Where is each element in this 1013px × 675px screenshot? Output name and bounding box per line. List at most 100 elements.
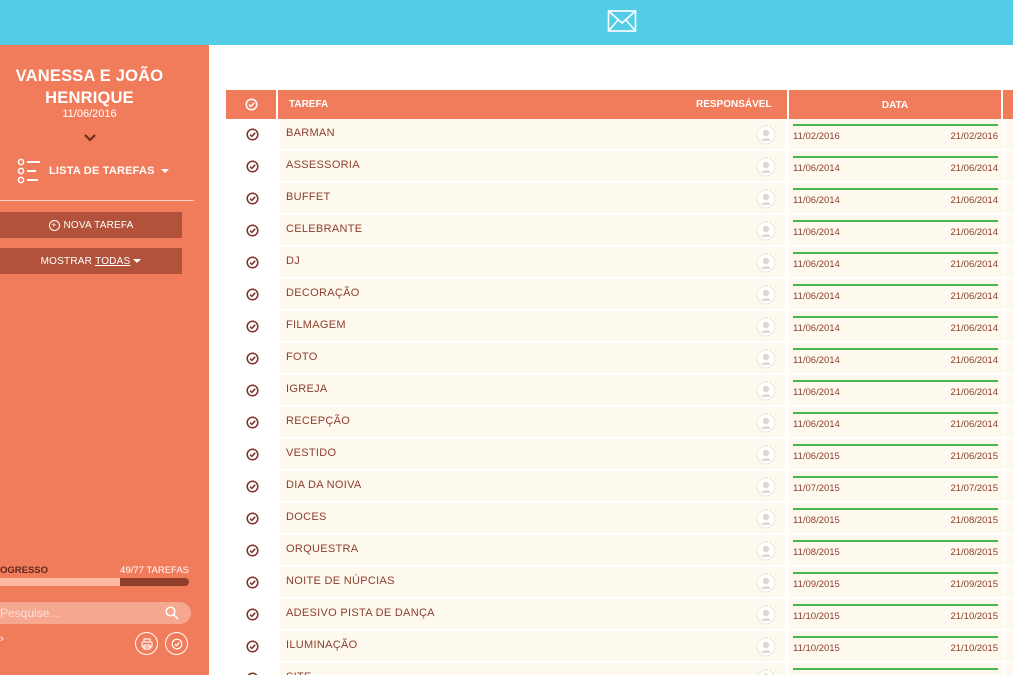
task-cell[interactable]: FILMAGEM <box>280 311 785 343</box>
date-cell[interactable]: 11/06/2014 21/06/2014 <box>789 311 1003 343</box>
task-cell[interactable]: SITE <box>280 663 785 675</box>
date-cell[interactable]: 11/06/2014 21/06/2014 <box>789 215 1003 247</box>
task-cell[interactable]: DECORAÇÃO <box>280 279 785 311</box>
date-cell[interactable]: 11/06/2014 21/06/2014 <box>789 247 1003 279</box>
row-check-cell[interactable] <box>226 631 278 663</box>
date-cell[interactable]: 11/06/2014 21/06/2014 <box>789 183 1003 215</box>
date-cell[interactable]: 11/09/2015 21/09/2015 <box>789 567 1003 599</box>
row-check-cell[interactable] <box>226 407 278 439</box>
table-row[interactable]: DOCES 11/08/2015 21/08/2015 <box>226 503 1013 535</box>
row-check-cell[interactable] <box>226 247 278 279</box>
show-filter-button[interactable]: MOSTRAR TODAS <box>0 248 182 274</box>
date-cell[interactable]: 11/07/2015 21/07/2015 <box>789 471 1003 503</box>
row-check-cell[interactable] <box>226 151 278 183</box>
task-cell[interactable]: FOTO <box>280 343 785 375</box>
row-check-cell[interactable] <box>226 279 278 311</box>
table-row[interactable]: NOITE DE NÚPCIAS 11/09/2015 21/09/2015 <box>226 567 1013 599</box>
column-header-task[interactable]: TAREFA <box>289 99 328 110</box>
table-row[interactable]: DIA DA NOIVA 11/07/2015 21/07/2015 <box>226 471 1013 503</box>
user-avatar-icon[interactable] <box>756 573 776 593</box>
task-cell[interactable]: BUFFET <box>280 183 785 215</box>
task-cell[interactable]: ILUMINAÇÃO <box>280 631 785 663</box>
table-row[interactable]: FILMAGEM 11/06/2014 21/06/2014 <box>226 311 1013 343</box>
row-check-cell[interactable] <box>226 183 278 215</box>
user-avatar-icon[interactable] <box>756 189 776 209</box>
table-row[interactable]: BUFFET 11/06/2014 21/06/2014 <box>226 183 1013 215</box>
row-check-cell[interactable] <box>226 535 278 567</box>
task-cell[interactable]: IGREJA <box>280 375 785 407</box>
date-cell[interactable] <box>789 663 1003 675</box>
table-row[interactable]: ORQUESTRA 11/08/2015 21/08/2015 <box>226 535 1013 567</box>
date-cell[interactable]: 11/06/2014 21/06/2014 <box>789 151 1003 183</box>
user-avatar-icon[interactable] <box>756 605 776 625</box>
user-avatar-icon[interactable] <box>756 349 776 369</box>
row-check-cell[interactable] <box>226 311 278 343</box>
table-row[interactable]: IGREJA 11/06/2014 21/06/2014 <box>226 375 1013 407</box>
date-cell[interactable]: 11/06/2014 21/06/2014 <box>789 407 1003 439</box>
task-cell[interactable]: RECEPÇÃO <box>280 407 785 439</box>
date-cell[interactable]: 11/06/2014 21/06/2014 <box>789 343 1003 375</box>
date-cell[interactable]: 11/06/2015 21/06/2015 <box>789 439 1003 471</box>
table-row[interactable]: DJ 11/06/2014 21/06/2014 <box>226 247 1013 279</box>
table-row[interactable]: VESTIDO 11/06/2015 21/06/2015 <box>226 439 1013 471</box>
date-cell[interactable]: 11/10/2015 21/10/2015 <box>789 631 1003 663</box>
row-check-cell[interactable] <box>226 119 278 151</box>
task-list-menu[interactable]: LISTA DE TAREFAS <box>17 158 177 184</box>
user-avatar-icon[interactable] <box>756 413 776 433</box>
row-check-cell[interactable] <box>226 567 278 599</box>
table-row[interactable]: RECEPÇÃO 11/06/2014 21/06/2014 <box>226 407 1013 439</box>
row-check-cell[interactable] <box>226 663 278 675</box>
chevron-icon[interactable]: › <box>0 633 4 645</box>
row-check-cell[interactable] <box>226 375 278 407</box>
chevron-down-icon[interactable] <box>83 133 97 143</box>
task-cell[interactable]: DIA DA NOIVA <box>280 471 785 503</box>
table-row[interactable]: ADESIVO PISTA DE DANÇA 11/10/2015 21/10/20… <box>226 599 1013 631</box>
user-avatar-icon[interactable] <box>756 285 776 305</box>
user-avatar-icon[interactable] <box>756 637 776 657</box>
row-check-cell[interactable] <box>226 471 278 503</box>
task-cell[interactable]: DJ <box>280 247 785 279</box>
task-cell[interactable]: BARMAN <box>280 119 785 151</box>
user-avatar-icon[interactable] <box>756 381 776 401</box>
column-header-responsible[interactable]: RESPONSÁVEL <box>696 99 772 110</box>
task-cell[interactable]: ADESIVO PISTA DE DANÇA <box>280 599 785 631</box>
header-check-cell[interactable] <box>226 90 278 119</box>
column-header-date[interactable]: DATA <box>787 90 1003 119</box>
row-check-cell[interactable] <box>226 215 278 247</box>
task-cell[interactable]: VESTIDO <box>280 439 785 471</box>
user-avatar-icon[interactable] <box>756 445 776 465</box>
date-cell[interactable]: 11/10/2015 21/10/2015 <box>789 599 1003 631</box>
mail-icon[interactable] <box>607 9 637 33</box>
table-row[interactable]: ILUMINAÇÃO 11/10/2015 21/10/2015 <box>226 631 1013 663</box>
user-avatar-icon[interactable] <box>756 157 776 177</box>
date-cell[interactable]: 11/06/2014 21/06/2014 <box>789 375 1003 407</box>
task-cell[interactable]: ORQUESTRA <box>280 535 785 567</box>
date-cell[interactable]: 11/08/2015 21/08/2015 <box>789 535 1003 567</box>
print-button[interactable] <box>135 632 158 655</box>
table-row[interactable]: CELEBRANTE 11/06/2014 21/06/2014 <box>226 215 1013 247</box>
check-all-button[interactable] <box>165 632 188 655</box>
table-row[interactable]: ASSESSORIA 11/06/2014 21/06/2014 <box>226 151 1013 183</box>
new-task-button[interactable]: + NOVA TAREFA <box>0 212 182 238</box>
date-cell[interactable]: 11/08/2015 21/08/2015 <box>789 503 1003 535</box>
table-row[interactable]: SITE <box>226 663 1013 675</box>
user-avatar-icon[interactable] <box>756 317 776 337</box>
date-cell[interactable]: 11/06/2014 21/06/2014 <box>789 279 1003 311</box>
user-avatar-icon[interactable] <box>756 477 776 497</box>
task-cell[interactable]: NOITE DE NÚPCIAS <box>280 567 785 599</box>
row-check-cell[interactable] <box>226 503 278 535</box>
task-cell[interactable]: CELEBRANTE <box>280 215 785 247</box>
user-avatar-icon[interactable] <box>756 509 776 529</box>
row-check-cell[interactable] <box>226 439 278 471</box>
table-row[interactable]: FOTO 11/06/2014 21/06/2014 <box>226 343 1013 375</box>
user-avatar-icon[interactable] <box>756 541 776 561</box>
user-avatar-icon[interactable] <box>756 125 776 145</box>
date-cell[interactable]: 11/02/2016 21/02/2016 <box>789 119 1003 151</box>
row-check-cell[interactable] <box>226 343 278 375</box>
user-avatar-icon[interactable] <box>756 253 776 273</box>
table-row[interactable]: BARMAN 11/02/2016 21/02/2016 <box>226 119 1013 151</box>
row-check-cell[interactable] <box>226 599 278 631</box>
search-input[interactable] <box>0 604 160 622</box>
task-cell[interactable]: DOCES <box>280 503 785 535</box>
task-cell[interactable]: ASSESSORIA <box>280 151 785 183</box>
